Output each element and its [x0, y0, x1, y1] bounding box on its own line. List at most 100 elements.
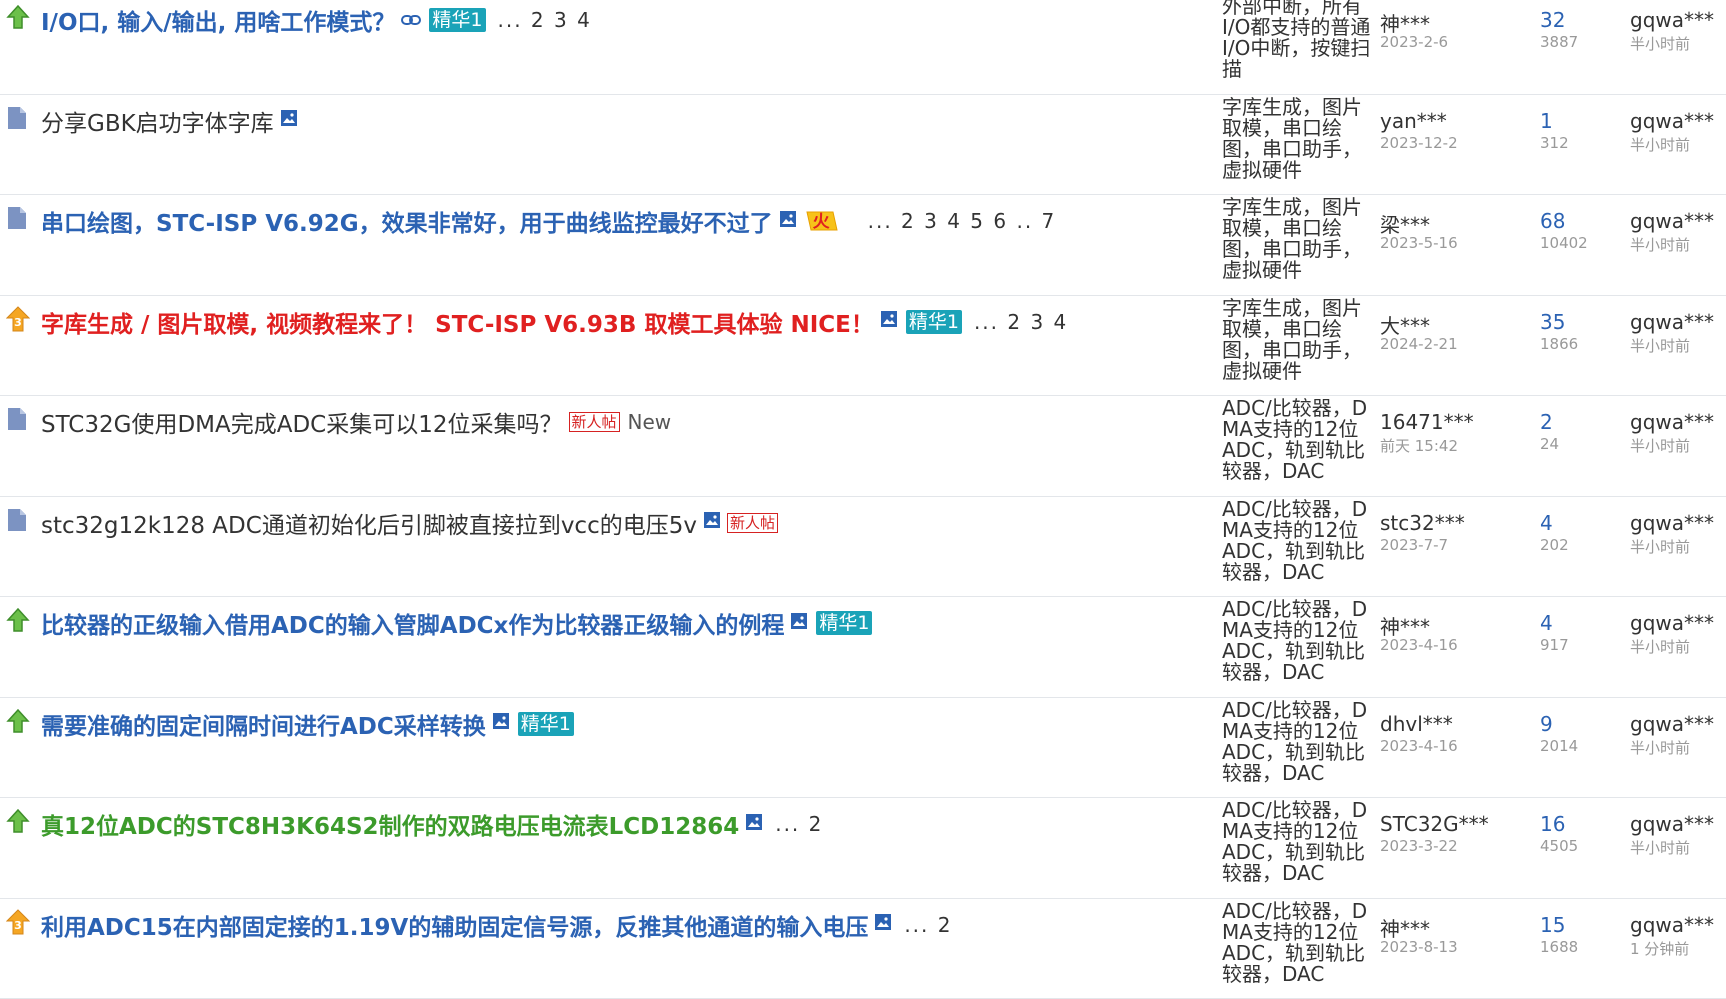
- table-row: 3 利用ADC15在内部固定接的1.19V的辅助固定信号源，反推其他通道的输入电压…: [0, 899, 1726, 999]
- last-reply-user[interactable]: gqwa***: [1630, 209, 1714, 233]
- hot-up-arrow-icon: [6, 708, 30, 734]
- last-reply-time[interactable]: 半小时前: [1630, 837, 1690, 858]
- thread-tags[interactable]: ADC/比较器，DMA支持的12位ADC，轨到轨比较器，DAC: [1222, 800, 1372, 884]
- page-links[interactable]: ... 2 3 4: [974, 310, 1068, 334]
- thread-title-link[interactable]: stc32g12k128 ADC通道初始化后引脚被直接拉到vcc的电压5v: [41, 506, 697, 540]
- last-reply-time[interactable]: 半小时前: [1630, 636, 1690, 657]
- post-date: 2023-8-13: [1380, 938, 1458, 956]
- thread-title-link[interactable]: 字库生成 / 图片取模, 视频教程来了！ STC-ISP V6.93B 取模工具…: [41, 305, 874, 339]
- top-3-icon: 3: [6, 306, 30, 332]
- hot-label: 火: [813, 207, 830, 232]
- thread-title-link[interactable]: 真12位ADC的STC8H3K64S2制作的双路电压电流表LCD12864: [41, 807, 739, 841]
- post-date: 2023-4-16: [1380, 737, 1458, 755]
- last-reply-user[interactable]: gqwa***: [1630, 913, 1714, 937]
- svg-text:3: 3: [14, 316, 22, 329]
- author-name[interactable]: stc32***: [1380, 511, 1465, 535]
- reply-count[interactable]: 4: [1540, 511, 1553, 535]
- page-links[interactable]: ... 2 3 4: [498, 8, 592, 32]
- author-name[interactable]: dhvl***: [1380, 712, 1453, 736]
- thread-title-link[interactable]: 需要准确的固定间隔时间进行ADC采样转换: [41, 707, 486, 741]
- table-row: 串口绘图，STC-ISP V6.92G，效果非常好，用于曲线监控最好不过了 火..…: [0, 195, 1726, 296]
- thread-tags[interactable]: 外部中断，所有I/O都支持的普通I/O中断，按键扫描: [1222, 0, 1372, 80]
- reply-count[interactable]: 68: [1540, 209, 1565, 233]
- image-attachment-icon: [880, 309, 898, 334]
- page-links[interactable]: ... 2: [904, 913, 952, 937]
- last-reply-time[interactable]: 半小时前: [1630, 134, 1690, 155]
- table-row: 需要准确的固定间隔时间进行ADC采样转换精华1ADC/比较器，DMA支持的12位…: [0, 698, 1726, 799]
- hot-up-arrow-icon: [6, 607, 30, 633]
- reply-count[interactable]: 35: [1540, 310, 1565, 334]
- thread-title-link[interactable]: I/O口, 输入/输出, 用啥工作模式？: [41, 3, 395, 37]
- hot-up-arrow-icon: [6, 808, 30, 834]
- thread-title-link[interactable]: 分享GBK启功字体字库: [41, 104, 274, 138]
- view-count: 3887: [1540, 33, 1578, 51]
- reply-count[interactable]: 32: [1540, 8, 1565, 32]
- page-links[interactable]: ... 2 3 4 5 6 .. 7: [868, 209, 1057, 233]
- digest-badge: 精华1: [906, 310, 962, 334]
- thread-title-line: I/O口, 输入/输出, 用啥工作模式？精华1... 2 3 4: [41, 4, 592, 36]
- thread-tags[interactable]: ADC/比较器，DMA支持的12位ADC，轨到轨比较器，DAC: [1222, 599, 1372, 683]
- last-reply-user[interactable]: gqwa***: [1630, 8, 1714, 32]
- view-count: 917: [1540, 636, 1569, 654]
- last-reply-time[interactable]: 半小时前: [1630, 335, 1690, 356]
- image-attachment-icon: [874, 912, 892, 937]
- image-attachment-icon: [745, 812, 763, 837]
- view-count: 4505: [1540, 837, 1578, 855]
- post-date: 2023-5-16: [1380, 234, 1458, 252]
- reply-count[interactable]: 4: [1540, 611, 1553, 635]
- author-name[interactable]: STC32G***: [1380, 812, 1489, 836]
- thread-title-line: 利用ADC15在内部固定接的1.19V的辅助固定信号源，反推其他通道的输入电压.…: [41, 909, 952, 941]
- last-reply-user[interactable]: gqwa***: [1630, 511, 1714, 535]
- author-name[interactable]: yan***: [1380, 109, 1447, 133]
- last-reply-time[interactable]: 半小时前: [1630, 737, 1690, 758]
- thread-title-link[interactable]: STC32G使用DMA完成ADC采集可以12位采集吗？: [41, 405, 563, 439]
- thread-tags[interactable]: 字库生成，图片取模，串口绘图，串口助手，虚拟硬件: [1222, 97, 1372, 181]
- reply-count[interactable]: 1: [1540, 109, 1553, 133]
- last-reply-time[interactable]: 半小时前: [1630, 33, 1690, 54]
- view-count: 2014: [1540, 737, 1578, 755]
- table-row: 3 字库生成 / 图片取模, 视频教程来了！ STC-ISP V6.93B 取模工…: [0, 296, 1726, 397]
- new-label: New: [628, 410, 672, 434]
- post-date: 2024-2-21: [1380, 335, 1458, 353]
- thread-list: I/O口, 输入/输出, 用啥工作模式？精华1... 2 3 4外部中断，所有I…: [0, 0, 1726, 999]
- thread-title-line: 分享GBK启功字体字库: [41, 105, 298, 137]
- thread-title-link[interactable]: 串口绘图，STC-ISP V6.92G，效果非常好，用于曲线监控最好不过了: [41, 204, 773, 238]
- thread-tags[interactable]: 字库生成，图片取模，串口绘图，串口助手，虚拟硬件: [1222, 298, 1372, 382]
- last-reply-user[interactable]: gqwa***: [1630, 812, 1714, 836]
- last-reply-time[interactable]: 半小时前: [1630, 234, 1690, 255]
- thread-tags[interactable]: 字库生成，图片取模，串口绘图，串口助手，虚拟硬件: [1222, 197, 1372, 281]
- last-reply-user[interactable]: gqwa***: [1630, 712, 1714, 736]
- thread-tags[interactable]: ADC/比较器，DMA支持的12位ADC，轨到轨比较器，DAC: [1222, 398, 1372, 482]
- image-attachment-icon: [790, 611, 808, 636]
- reply-count[interactable]: 16: [1540, 812, 1565, 836]
- thread-tags[interactable]: ADC/比较器，DMA支持的12位ADC，轨到轨比较器，DAC: [1222, 700, 1372, 784]
- image-attachment-icon: [703, 510, 721, 535]
- post-date: 2023-3-22: [1380, 837, 1458, 855]
- reply-count[interactable]: 9: [1540, 712, 1553, 736]
- svg-text:3: 3: [14, 919, 22, 932]
- table-row: stc32g12k128 ADC通道初始化后引脚被直接拉到vcc的电压5v 新人帖…: [0, 497, 1726, 598]
- link-icon: [401, 8, 421, 33]
- image-attachment-icon: [779, 209, 797, 234]
- last-reply-user[interactable]: gqwa***: [1630, 310, 1714, 334]
- newbie-post-badge: 新人帖: [727, 513, 778, 533]
- thread-tags[interactable]: ADC/比较器，DMA支持的12位ADC，轨到轨比较器，DAC: [1222, 499, 1372, 583]
- table-row: 分享GBK启功字体字库 字库生成，图片取模，串口绘图，串口助手，虚拟硬件 yan**…: [0, 95, 1726, 196]
- last-reply-time[interactable]: 1 分钟前: [1630, 938, 1689, 959]
- thread-title-line: STC32G使用DMA完成ADC采集可以12位采集吗？新人帖New: [41, 406, 671, 438]
- last-reply-time[interactable]: 半小时前: [1630, 435, 1690, 456]
- reply-count[interactable]: 2: [1540, 410, 1553, 434]
- thread-title-link[interactable]: 比较器的正级输入借用ADC的输入管脚ADCx作为比较器正级输入的例程: [41, 606, 784, 640]
- page-links[interactable]: ... 2: [775, 812, 823, 836]
- reply-count[interactable]: 15: [1540, 913, 1565, 937]
- last-reply-time[interactable]: 半小时前: [1630, 536, 1690, 557]
- last-reply-user[interactable]: gqwa***: [1630, 410, 1714, 434]
- author-name[interactable]: 16471***: [1380, 410, 1474, 434]
- thread-tags[interactable]: ADC/比较器，DMA支持的12位ADC，轨到轨比较器，DAC: [1222, 901, 1372, 985]
- thread-title-link[interactable]: 利用ADC15在内部固定接的1.19V的辅助固定信号源，反推其他通道的输入电压: [41, 908, 868, 942]
- last-reply-user[interactable]: gqwa***: [1630, 611, 1714, 635]
- thread-title-line: 真12位ADC的STC8H3K64S2制作的双路电压电流表LCD12864...…: [41, 808, 823, 840]
- post-date: 2023-7-7: [1380, 536, 1448, 554]
- last-reply-user[interactable]: gqwa***: [1630, 109, 1714, 133]
- thread-title-line: 比较器的正级输入借用ADC的输入管脚ADCx作为比较器正级输入的例程精华1: [41, 607, 872, 639]
